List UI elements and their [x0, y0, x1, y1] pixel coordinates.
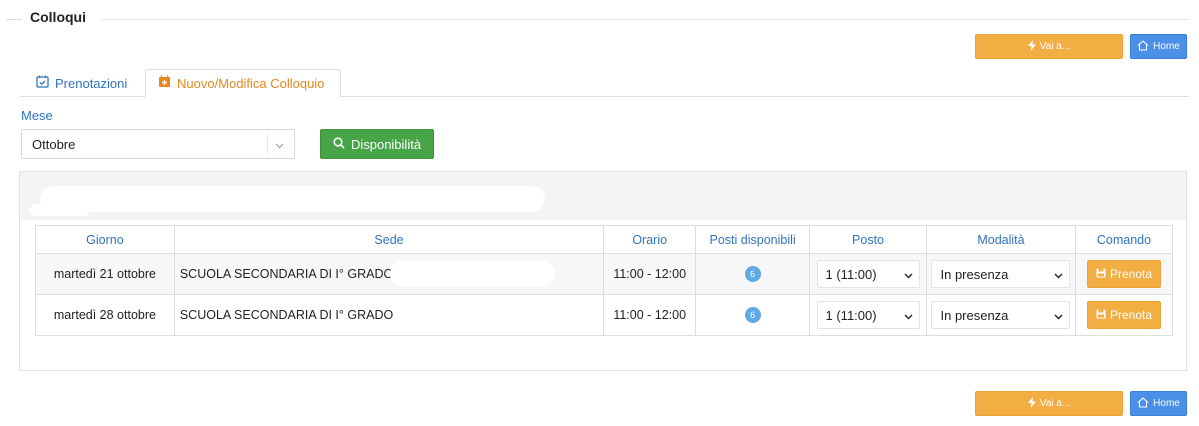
posto-select[interactable]: 1 (11:00) [816, 301, 920, 329]
home-label: Home [1153, 398, 1180, 409]
select-separator [267, 134, 268, 154]
tab-label: Nuovo/Modifica Colloquio [177, 75, 325, 91]
sede-text: SCUOLA SECONDARIA DI I° GRADO [179, 308, 394, 322]
home-button[interactable]: Home [1130, 34, 1187, 59]
chevron-down-icon [1054, 267, 1063, 282]
header-posto: Posto [809, 225, 927, 254]
posti-badge: 6 [744, 307, 761, 323]
calendar-check-icon [36, 75, 49, 91]
giorno-cell: martedì 21 ottobre [35, 253, 175, 295]
bolt-icon [1027, 396, 1036, 411]
home-icon [1137, 39, 1149, 54]
tab-nuovo-modifica-colloquio[interactable]: Nuovo/Modifica Colloquio [145, 69, 341, 97]
home-label: Home [1153, 41, 1180, 52]
orario-cell: 11:00 - 12:00 [603, 294, 697, 336]
mese-value: Ottobre [32, 136, 76, 152]
legend-line [101, 19, 1189, 20]
header-sede: Sede [173, 225, 605, 254]
redacted-area [40, 186, 545, 212]
sede-text: SCUOLA SECONDARIA DI I° GRADO [179, 267, 394, 281]
tab-label: Prenotazioni [55, 75, 128, 91]
table-header-row: Giorno Sede Orario Posti disponibili Pos… [35, 225, 1174, 254]
prenota-label: Prenota [1109, 308, 1152, 322]
disponibilita-label: Disponibilità [350, 136, 422, 152]
save-icon [1096, 308, 1106, 322]
page-title: Colloqui [30, 9, 86, 25]
chevron-down-icon [904, 267, 913, 282]
calendar-plus-icon [158, 75, 171, 91]
results-panel: Giorno Sede Orario Posti disponibili Pos… [19, 171, 1187, 371]
chevron-down-icon [275, 137, 284, 152]
modalita-select[interactable]: In presenza [931, 260, 1071, 288]
redacted-area [389, 261, 555, 287]
redacted-area [404, 302, 555, 328]
tab-prenotazioni[interactable]: Prenotazioni [24, 69, 139, 97]
header-giorno: Giorno [35, 225, 175, 254]
bolt-icon [1027, 39, 1036, 54]
chevron-down-icon [904, 308, 913, 323]
posto-select[interactable]: 1 (11:00) [816, 260, 920, 288]
comando-cell: Prenota [1074, 294, 1174, 336]
modalita-value: In presenza [940, 266, 1009, 282]
posto-cell: 1 (11:00) [809, 294, 927, 336]
modalita-select[interactable]: In presenza [931, 301, 1071, 329]
header-orario: Orario [603, 225, 697, 254]
posti-cell: 6 [695, 253, 811, 295]
vai-a-button-bottom[interactable]: Vai a... [975, 391, 1123, 416]
search-icon [333, 136, 345, 152]
prenota-button[interactable]: Prenota [1086, 301, 1161, 329]
header-posti: Posti disponibili [695, 225, 811, 254]
posti-cell: 6 [695, 294, 811, 336]
mese-label: Mese [21, 108, 53, 123]
posto-cell: 1 (11:00) [809, 253, 927, 295]
disponibilita-button[interactable]: Disponibilità [320, 129, 434, 159]
giorno-cell: martedì 28 ottobre [35, 294, 175, 336]
panel-header [20, 172, 1186, 220]
chevron-down-icon [1054, 308, 1063, 323]
save-icon [1096, 267, 1106, 281]
table-row: martedì 28 ottobre SCUOLA SECONDARIA DI … [35, 294, 1174, 336]
posto-value: 1 (11:00) [825, 266, 877, 282]
header-comando: Comando [1074, 225, 1174, 254]
prenota-label: Prenota [1109, 267, 1152, 281]
sede-cell: SCUOLA SECONDARIA DI I° GRADO [173, 253, 605, 295]
table-row: martedì 21 ottobre SCUOLA SECONDARIA DI … [35, 253, 1174, 295]
prenota-button[interactable]: Prenota [1086, 260, 1161, 288]
modalita-cell: In presenza [926, 294, 1076, 336]
vai-a-label: Vai a... [1039, 398, 1071, 409]
posti-badge: 6 [744, 266, 761, 282]
home-button-bottom[interactable]: Home [1130, 391, 1187, 416]
home-icon [1137, 396, 1149, 411]
modalita-value: In presenza [940, 307, 1009, 323]
orario-cell: 11:00 - 12:00 [603, 253, 697, 295]
vai-a-button[interactable]: Vai a... [975, 34, 1123, 59]
legend-line [6, 19, 22, 20]
posto-value: 1 (11:00) [825, 307, 877, 323]
slots-table: Giorno Sede Orario Posti disponibili Pos… [35, 225, 1174, 336]
mese-select[interactable]: Ottobre [21, 129, 295, 159]
modalita-cell: In presenza [926, 253, 1076, 295]
vai-a-label: Vai a... [1039, 41, 1071, 52]
redacted-area [30, 204, 90, 216]
comando-cell: Prenota [1074, 253, 1174, 295]
sede-cell: SCUOLA SECONDARIA DI I° GRADO [173, 294, 605, 336]
header-modalita: Modalità [926, 225, 1076, 254]
